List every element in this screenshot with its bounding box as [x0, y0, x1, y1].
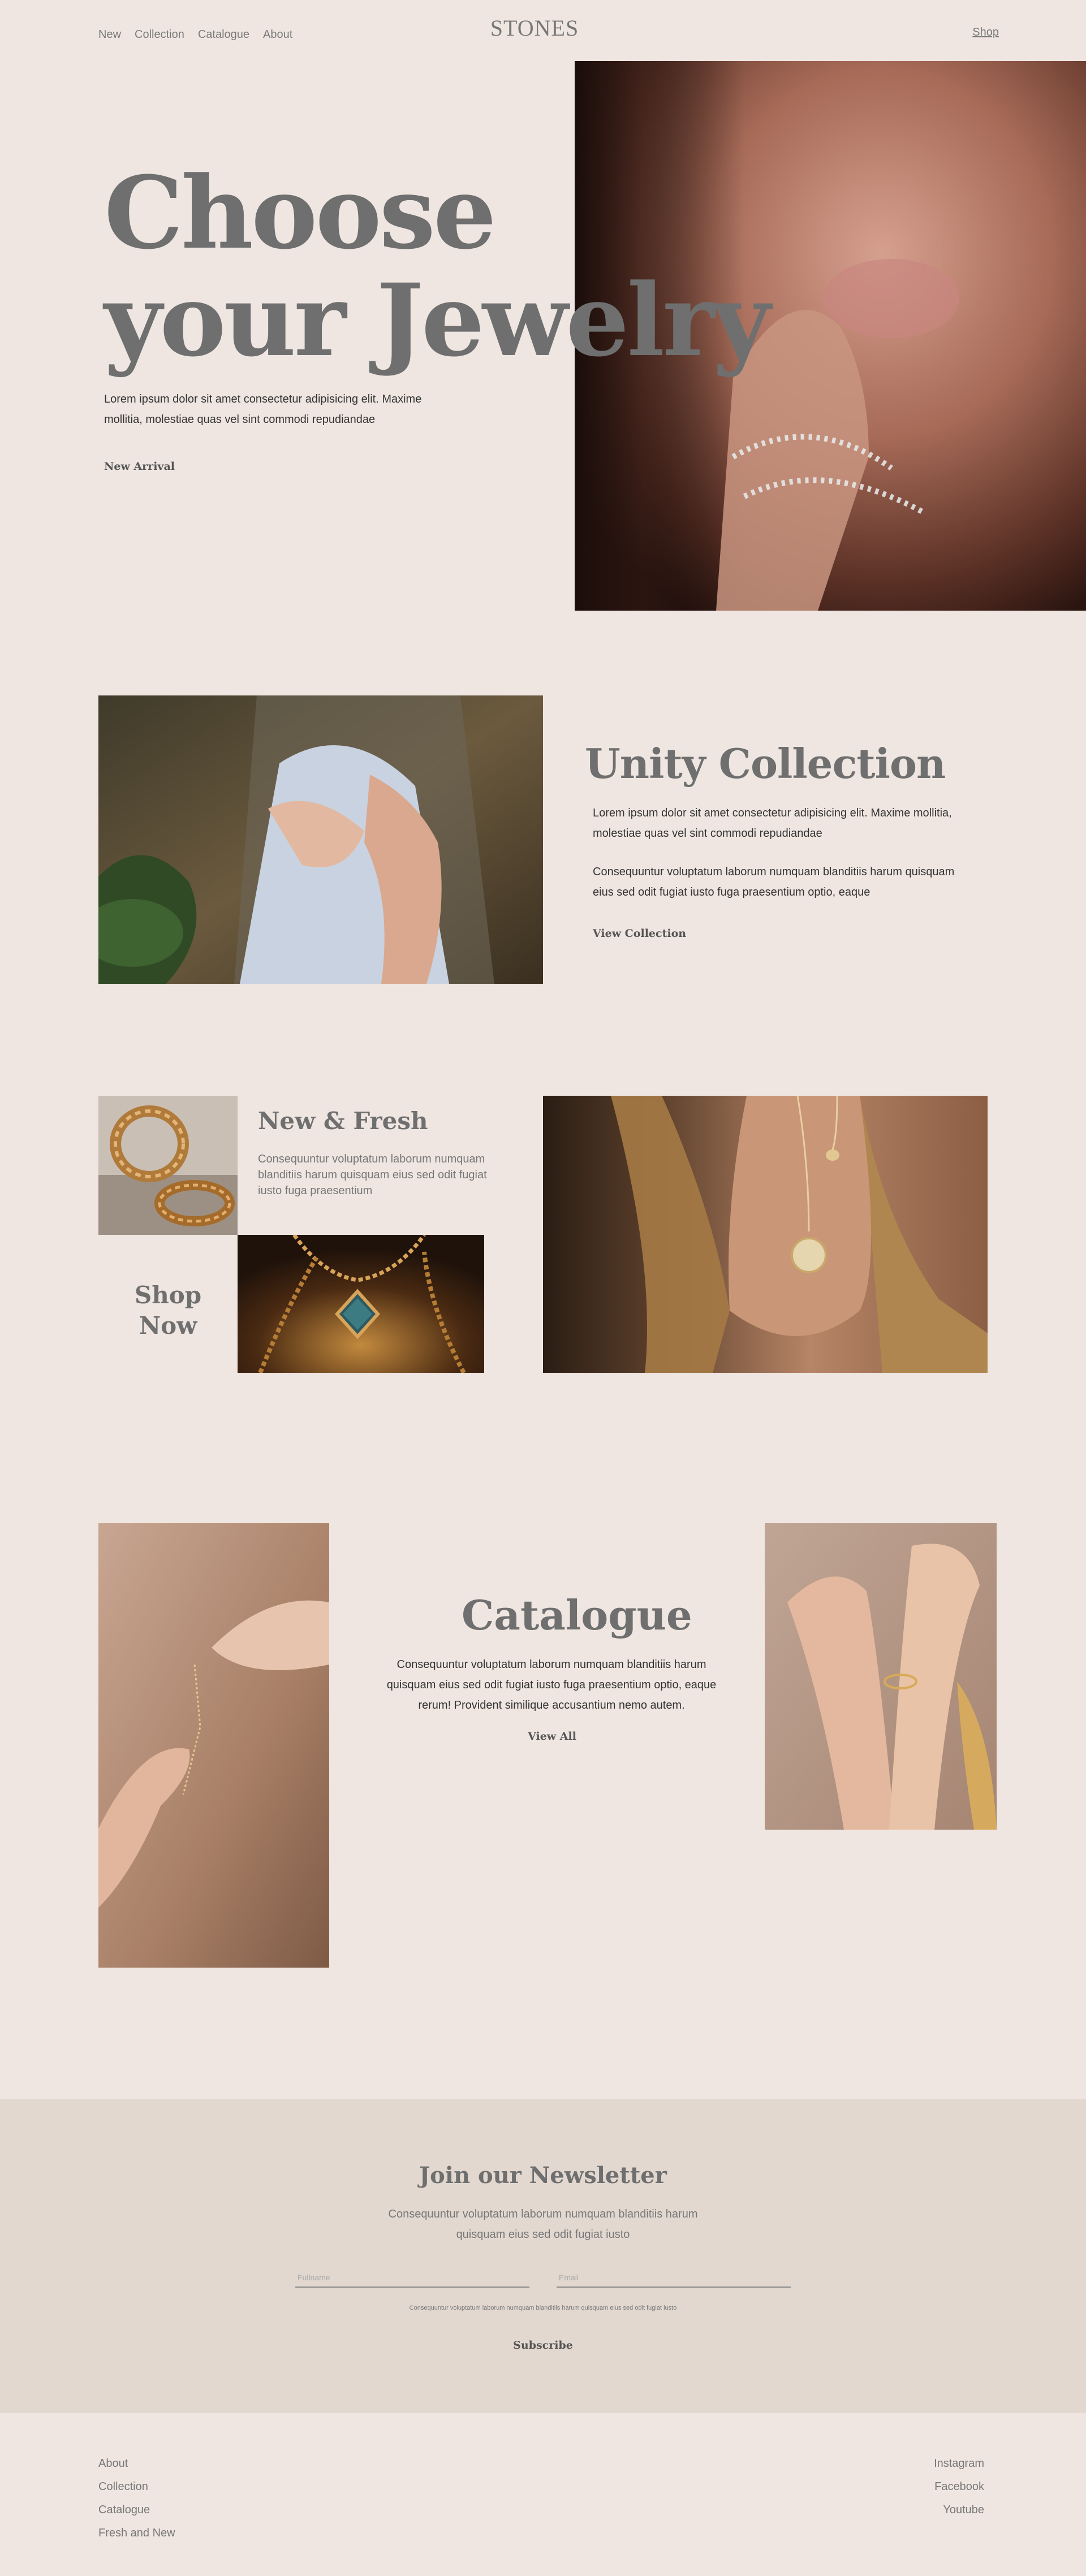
footer-links-right: Instagram Facebook Youtube — [934, 2457, 984, 2517]
catalogue-text: Consequuntur voluptatum laborum numquam … — [386, 1658, 717, 1711]
subscribe-button[interactable]: Subscribe — [498, 2336, 588, 2354]
shop-link[interactable]: Shop — [972, 26, 999, 39]
fresh-title: New & Fresh — [258, 1107, 428, 1135]
hero-text: Lorem ipsum dolor sit amet consectetur a… — [104, 393, 422, 426]
new-arrival-link[interactable]: New Arrival — [104, 460, 175, 473]
view-collection-link[interactable]: View Collection — [593, 927, 686, 940]
pendant-photo — [238, 1235, 484, 1373]
hero-title-line2: your Jewelry — [104, 262, 770, 379]
rings-photo — [98, 1096, 238, 1235]
footer-links-left: About Collection Catalogue Fresh and New — [98, 2457, 175, 2540]
fresh-text: Consequuntur voluptatum laborum numquam … — [258, 1153, 487, 1197]
footer-facebook[interactable]: Facebook — [934, 2480, 984, 2493]
unity-title: Unity Collection — [585, 740, 946, 788]
newsletter-note: Consequuntur voluptatum laborum numquam … — [409, 2305, 677, 2311]
unity-photo — [98, 695, 543, 984]
catalogue-right-photo — [765, 1523, 997, 1830]
unity-text-1: Lorem ipsum dolor sit amet consectetur a… — [593, 807, 952, 840]
footer-catalogue[interactable]: Catalogue — [98, 2504, 175, 2517]
hero-title: Choose your Jewelry — [104, 154, 770, 379]
footer-collection[interactable]: Collection — [98, 2480, 175, 2493]
shop-now-line1[interactable]: Shop — [98, 1280, 238, 1311]
newsletter-title: Join our Newsletter — [419, 2162, 667, 2189]
fullname-field[interactable] — [295, 2268, 529, 2288]
footer-fresh-and-new[interactable]: Fresh and New — [98, 2527, 175, 2540]
shop-now-line2[interactable]: Now — [98, 1311, 238, 1341]
catalogue-title: Catalogue — [462, 1591, 692, 1639]
footer-youtube[interactable]: Youtube — [943, 2504, 984, 2517]
necklace-photo — [543, 1096, 988, 1373]
unity-text-2: Consequuntur voluptatum laborum numquam … — [593, 866, 955, 898]
footer-about[interactable]: About — [98, 2457, 175, 2470]
catalogue-left-photo — [98, 1523, 329, 1968]
shop-now[interactable]: Shop Now — [98, 1280, 238, 1341]
footer-instagram[interactable]: Instagram — [934, 2457, 984, 2470]
newsletter-section — [0, 2099, 1086, 2413]
logo[interactable]: STONES — [0, 15, 1069, 41]
hero-title-line1: Choose — [104, 154, 497, 271]
newsletter-text: Consequuntur voluptatum laborum numquam … — [388, 2208, 698, 2241]
email-field[interactable] — [557, 2268, 791, 2288]
